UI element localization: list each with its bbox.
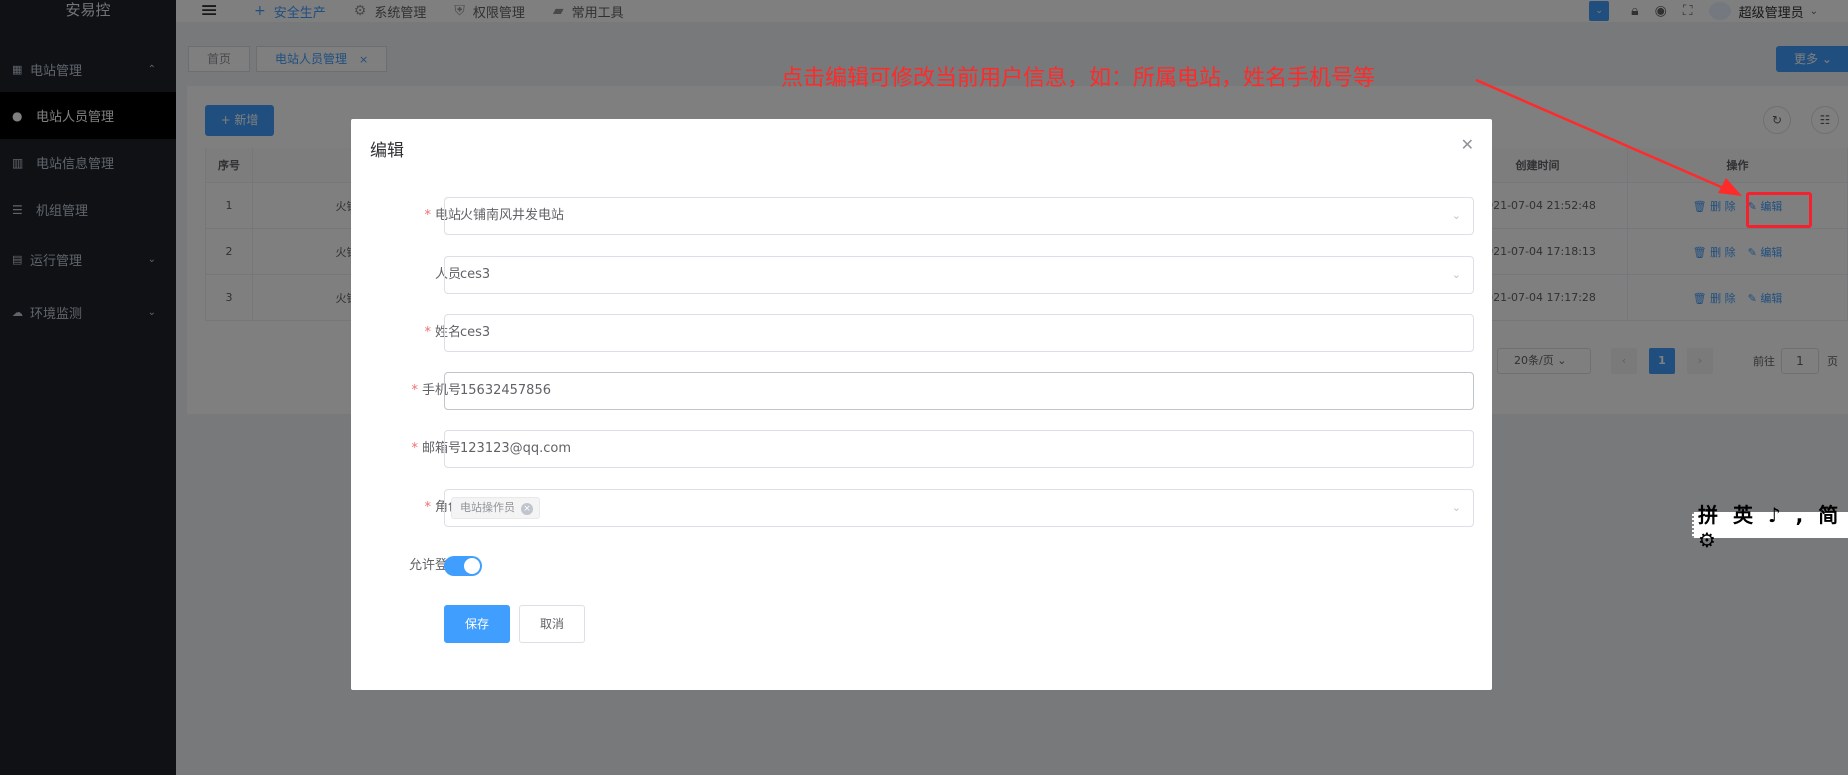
save-button[interactable]: 保存 [444, 605, 510, 643]
name-value: ces3 [460, 325, 491, 340]
person-select[interactable]: ces3 ⌄ [444, 256, 1474, 294]
cancel-button[interactable]: 取消 [519, 605, 585, 643]
form-row-phone: * 手机号 15632457856 [351, 372, 1492, 410]
dialog-title: 编辑 [370, 141, 404, 161]
edit-highlight-box [1746, 192, 1812, 228]
required-mark: * [424, 208, 431, 223]
form-row-email: * 邮箱号 123123@qq.com [351, 430, 1492, 468]
phone-input[interactable]: 15632457856 [444, 372, 1474, 410]
chevron-down-icon: ⌄ [1451, 209, 1461, 222]
required-mark: * [424, 325, 431, 340]
required-mark: * [424, 500, 431, 515]
person-value: ces3 [460, 267, 491, 282]
form-row-role: * 角色 电站操作员 × ⌄ [351, 489, 1492, 527]
email-value: 123123@qq.com [460, 441, 572, 456]
station-select[interactable]: 火铺南风井发电站 ⌄ [444, 197, 1474, 235]
annotation-text: 点击编辑可修改当前用户信息，如：所属电站，姓名手机号等 [781, 66, 1376, 91]
email-input[interactable]: 123123@qq.com [444, 430, 1474, 468]
required-mark: * [411, 383, 418, 398]
station-value: 火铺南风井发电站 [460, 208, 565, 223]
app-root: 安易控 ▦ 电站管理 ⌃ ● 电站人员管理 ▥ 电站信息管理 ☰ 机组管理 ▤ … [0, 0, 1848, 775]
edit-dialog: 编辑 ✕ * 电站 火铺南风井发电站 ⌄ 人员 ces3 ⌄ * 姓名 ces3 * 手机… [351, 119, 1492, 690]
required-mark: * [411, 441, 418, 456]
allow-login-switch[interactable] [444, 556, 482, 576]
role-tag-label: 电站操作员 [460, 500, 515, 514]
switch-knob [464, 558, 480, 574]
role-tag: 电站操作员 × [451, 496, 540, 519]
form-row-person: 人员 ces3 ⌄ [351, 256, 1492, 294]
chevron-down-icon: ⌄ [1451, 501, 1461, 514]
ime-toolbar[interactable]: 拼 英 ♪ , 简 ⚙ [1692, 503, 1848, 552]
phone-value: 15632457856 [460, 383, 551, 398]
form-row-name: * 姓名 ces3 [351, 314, 1492, 352]
name-input[interactable]: ces3 [444, 314, 1474, 352]
role-select[interactable]: 电站操作员 × ⌄ [444, 489, 1474, 527]
chevron-down-icon: ⌄ [1451, 268, 1461, 281]
form-row-station: * 电站 火铺南风井发电站 ⌄ [351, 197, 1492, 235]
close-icon[interactable]: ✕ [1461, 135, 1474, 154]
close-icon[interactable]: × [521, 502, 533, 515]
form-row-allow-login: 允许登陆 [351, 547, 1492, 585]
